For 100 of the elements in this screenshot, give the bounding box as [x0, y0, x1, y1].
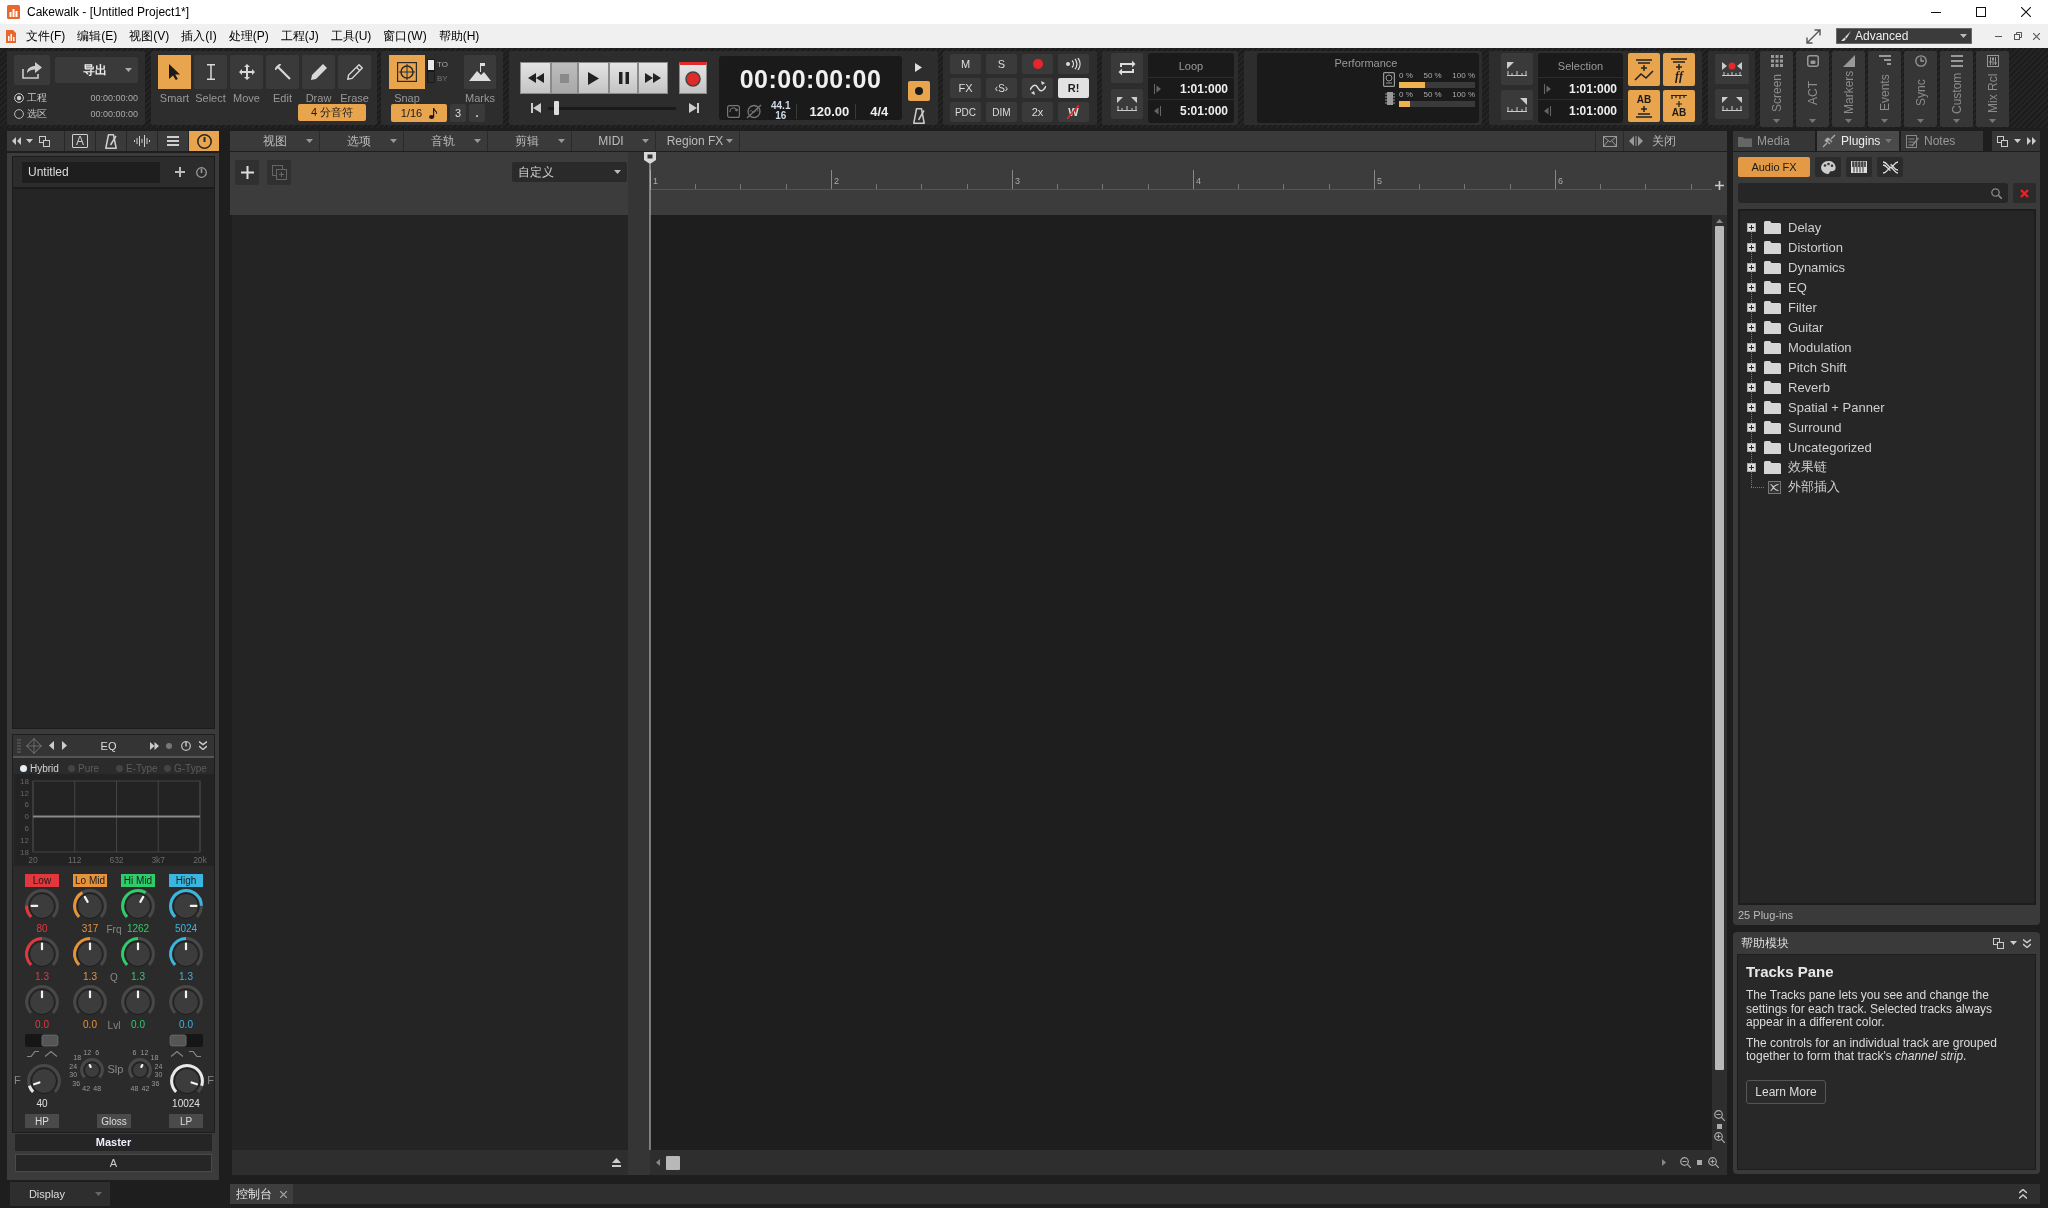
mix-button[interactable]: S — [986, 54, 1017, 74]
console-tab[interactable]: 控制台 — [230, 1184, 293, 1204]
category-button[interactable] — [1846, 157, 1872, 177]
mix-button[interactable]: 2x — [1022, 102, 1053, 122]
view-tab[interactable]: Screen — [1760, 51, 1793, 127]
fullscreen-button[interactable] — [1805, 27, 1822, 45]
tool-button[interactable] — [158, 55, 191, 89]
tree-item[interactable]: Uncategorized — [1747, 437, 2034, 457]
expand-icon[interactable] — [1747, 362, 1756, 372]
selection-start-button[interactable] — [1501, 53, 1533, 85]
mix-button[interactable]: R! — [1058, 78, 1089, 98]
tree-item[interactable]: Spatial + Panner — [1747, 397, 2034, 417]
export-dropdown[interactable]: 导出 — [55, 57, 138, 83]
expand-icon[interactable] — [1747, 462, 1756, 472]
filter-button[interactable]: HP — [25, 1114, 59, 1128]
record-mode-button[interactable] — [907, 81, 930, 101]
clear-button[interactable] — [2013, 183, 2036, 203]
mix-button[interactable]: PDC — [950, 102, 981, 122]
tree-item[interactable]: Pitch Shift — [1747, 357, 2034, 377]
node-button[interactable] — [26, 737, 42, 754]
browser-tab[interactable]: Notes — [1901, 131, 1983, 151]
triplet-button[interactable]: 3 — [450, 104, 466, 122]
to-by-switch[interactable] — [427, 59, 435, 83]
expand-icon[interactable] — [1747, 382, 1756, 392]
output-selector[interactable]: A — [15, 1154, 212, 1172]
tree-item[interactable]: Modulation — [1747, 337, 2034, 357]
view-tab[interactable]: Sync — [1904, 51, 1937, 127]
rewind-button[interactable] — [520, 62, 551, 94]
category-button[interactable] — [1877, 157, 1903, 177]
menu-item[interactable]: 插入(I) — [175, 26, 223, 46]
tree-item[interactable]: Surround — [1747, 417, 2034, 437]
view-tab[interactable]: Mix Rcl — [1976, 51, 2009, 127]
close-dropdown[interactable]: 关闭 — [1623, 131, 1705, 151]
menu-dropdown[interactable]: 剪辑 — [488, 131, 572, 151]
tree-item[interactable]: Distortion — [1747, 237, 2034, 257]
menu-dropdown[interactable]: Region FX — [656, 131, 740, 151]
add-button[interactable] — [174, 164, 186, 180]
collapse-button[interactable] — [2022, 936, 2032, 950]
duplicate-track-button[interactable] — [267, 160, 291, 185]
view-tab[interactable]: Custom — [1940, 51, 1973, 127]
radio-button[interactable] — [14, 93, 24, 103]
mode-option[interactable]: Hybrid — [20, 761, 68, 775]
mix-button[interactable] — [1058, 54, 1089, 74]
mix-button[interactable] — [1022, 78, 1053, 98]
add-lane-button[interactable] — [1714, 180, 1725, 191]
tree-item[interactable]: Delay — [1747, 217, 2034, 237]
share-button[interactable] — [14, 55, 50, 85]
menu-dropdown[interactable]: 音轨 — [404, 131, 488, 151]
add-track-button[interactable] — [235, 160, 259, 185]
tool-button[interactable] — [194, 55, 227, 89]
menu-item[interactable]: 工程(J) — [274, 26, 325, 46]
menu-item[interactable]: 处理(P) — [222, 26, 275, 46]
expand-icon[interactable] — [1747, 422, 1756, 432]
tree-item[interactable]: Reverb — [1747, 377, 2034, 397]
workspace-dropdown[interactable]: Advanced — [1836, 28, 1972, 44]
snap-button[interactable] — [389, 55, 425, 89]
tool-button[interactable] — [302, 55, 335, 89]
menu-dropdown[interactable]: 视图 — [236, 131, 320, 151]
pane-splitter[interactable] — [628, 152, 650, 1175]
browser-tab[interactable]: Media — [1733, 131, 1815, 151]
selection-button[interactable] — [1628, 53, 1660, 86]
selection-end-button[interactable] — [1501, 90, 1533, 120]
marker-range-button[interactable] — [1714, 89, 1749, 119]
expand-icon[interactable] — [1747, 322, 1756, 332]
mix-button[interactable]: FX — [950, 78, 981, 98]
pause-button[interactable] — [609, 62, 638, 94]
filter-button[interactable]: LP — [169, 1114, 203, 1128]
mix-button[interactable]: DIM — [986, 102, 1017, 122]
vertical-scrollbar[interactable] — [1712, 215, 1727, 1150]
menu-item[interactable]: 帮助(H) — [432, 26, 486, 46]
inspector-tab[interactable] — [188, 131, 219, 151]
scrollbar-thumb[interactable] — [1715, 226, 1724, 1070]
view-tab[interactable]: Events — [1868, 51, 1901, 127]
selection-button[interactable]: AB — [1663, 90, 1695, 122]
expand-icon[interactable] — [1747, 282, 1756, 292]
tree-item[interactable]: Guitar — [1747, 317, 2034, 337]
tree-item[interactable]: Dynamics — [1747, 257, 2034, 277]
tree-item[interactable]: 外部插入 — [1747, 477, 2034, 497]
category-button[interactable]: Audio FX — [1738, 157, 1810, 177]
expand-icon[interactable] — [1747, 342, 1756, 352]
expand-icon[interactable] — [1747, 402, 1756, 412]
loop-button[interactable] — [1111, 53, 1143, 83]
loop-range-button[interactable] — [1111, 89, 1143, 119]
tool-button[interactable] — [266, 55, 299, 89]
search-field[interactable] — [1738, 183, 2008, 203]
playhead[interactable] — [643, 152, 657, 1150]
menu-dropdown[interactable]: 选项 — [320, 131, 404, 151]
tool-button[interactable] — [230, 55, 263, 89]
slider-thumb[interactable] — [553, 101, 559, 115]
gloss-button[interactable]: Gloss — [97, 1114, 131, 1128]
view-tab[interactable]: ACT — [1796, 51, 1829, 127]
expand-icon[interactable] — [1747, 222, 1756, 232]
expand-icon[interactable] — [1747, 262, 1756, 272]
power-button[interactable] — [194, 164, 208, 180]
fast-forward-button[interactable] — [638, 62, 668, 94]
expand-button[interactable] — [610, 1155, 622, 1170]
shape-switch[interactable] — [169, 1034, 203, 1047]
selection-button[interactable]: AB — [1628, 90, 1660, 122]
view-tab[interactable]: Markers — [1832, 51, 1865, 127]
selection-button[interactable]: ff — [1663, 53, 1695, 86]
